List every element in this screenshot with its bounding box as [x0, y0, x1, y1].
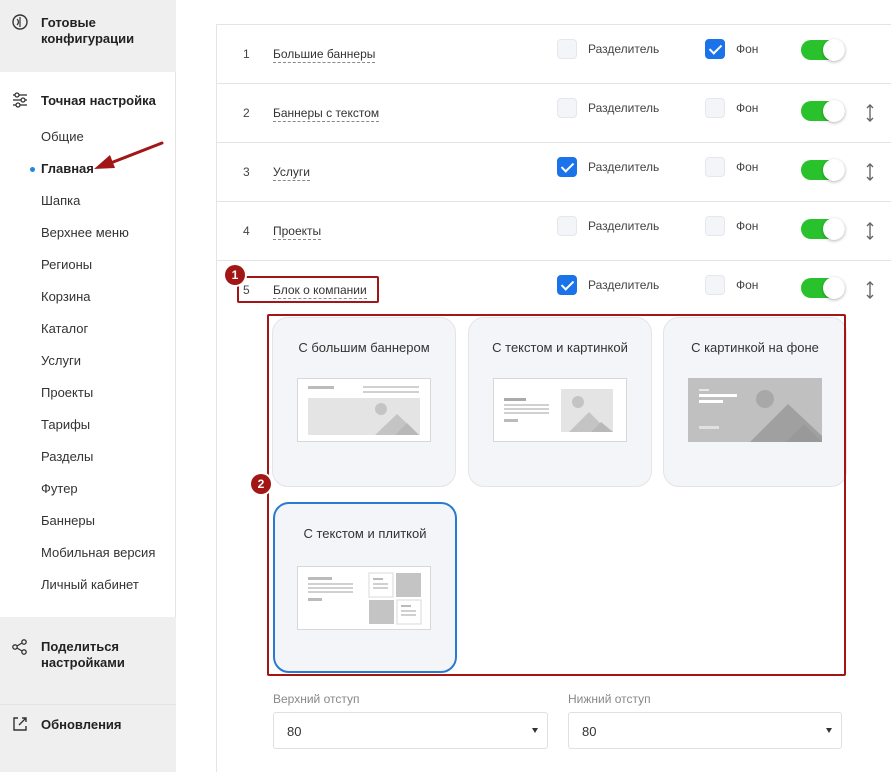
background-label: Фон [736, 42, 759, 56]
enable-toggle[interactable] [801, 218, 845, 240]
enable-toggle[interactable] [801, 39, 845, 61]
sidebar-item-ready-configs[interactable]: Готовые конфигурации [0, 0, 176, 72]
sidebar-item-top-menu[interactable]: Верхнее меню [41, 225, 129, 240]
top-padding-label: Верхний отступ [273, 692, 360, 706]
background-label: Фон [736, 101, 759, 115]
divider-checkbox[interactable] [557, 157, 577, 177]
divider-label: Разделитель [588, 219, 660, 233]
sidebar-item-footer[interactable]: Футер [41, 481, 78, 496]
background-checkbox[interactable] [705, 216, 725, 236]
divider-checkbox[interactable] [557, 275, 577, 295]
sort-handle-icon[interactable] [864, 280, 876, 300]
enable-toggle[interactable] [801, 100, 845, 122]
active-indicator [30, 167, 35, 172]
palette-icon [12, 14, 28, 30]
sidebar-ready-configs-label: Готовые конфигурации [41, 15, 135, 46]
sidebar-item-cart[interactable]: Корзина [41, 289, 91, 304]
sidebar-item-main[interactable]: Главная [41, 161, 94, 176]
annotation-frame-2 [267, 314, 846, 676]
sort-handle-icon[interactable] [864, 221, 876, 241]
sort-handle-icon[interactable] [864, 162, 876, 182]
row-name[interactable]: Услуги [273, 165, 310, 181]
top-padding-select[interactable]: 80 [273, 712, 548, 749]
sidebar-item-share[interactable]: Поделиться настройками [0, 617, 176, 705]
sidebar-updates-label: Обновления [41, 717, 122, 732]
background-label: Фон [736, 278, 759, 292]
sliders-icon [13, 92, 27, 108]
block-row-4: 4 Проекты Разделитель Фон [217, 202, 891, 261]
background-label: Фон [736, 219, 759, 233]
annotation-badge-2: 2 [251, 474, 271, 494]
sidebar-item-mobile[interactable]: Мобильная версия [41, 545, 155, 560]
background-checkbox[interactable] [705, 39, 725, 59]
row-number: 4 [243, 224, 250, 238]
background-checkbox[interactable] [705, 157, 725, 177]
divider-label: Разделитель [588, 42, 660, 56]
row-name[interactable]: Проекты [273, 224, 322, 240]
row-name[interactable]: Большие баннеры [273, 47, 376, 63]
annotation-arrow [94, 141, 164, 169]
annotation-badge-1: 1 [225, 265, 245, 285]
background-checkbox[interactable] [705, 98, 725, 118]
background-checkbox[interactable] [705, 275, 725, 295]
sidebar: Готовые конфигурации Точная настройка Об… [0, 0, 176, 772]
sidebar-item-banners[interactable]: Баннеры [41, 513, 95, 528]
divider-checkbox[interactable] [557, 98, 577, 118]
divider-checkbox[interactable] [557, 216, 577, 236]
bottom-padding-label: Нижний отступ [568, 692, 651, 706]
sidebar-item-catalog[interactable]: Каталог [41, 321, 88, 336]
sidebar-fine-tuning-label[interactable]: Точная настройка [41, 93, 156, 109]
block-row-1: 1 Большие баннеры Разделитель Фон [217, 25, 891, 84]
sidebar-item-sections[interactable]: Разделы [41, 449, 93, 464]
share-icon [12, 639, 27, 655]
enable-toggle[interactable] [801, 159, 845, 181]
update-icon [13, 717, 27, 731]
caret-down-icon [826, 728, 832, 733]
sidebar-item-header[interactable]: Шапка [41, 193, 80, 208]
row-number: 3 [243, 165, 250, 179]
sidebar-item-projects[interactable]: Проекты [41, 385, 93, 400]
block-row-2: 2 Баннеры с текстом Разделитель Фон [217, 84, 891, 143]
background-label: Фон [736, 160, 759, 174]
sidebar-item-general[interactable]: Общие [41, 129, 84, 144]
row-name[interactable]: Баннеры с текстом [273, 106, 380, 122]
sidebar-item-regions[interactable]: Регионы [41, 257, 92, 272]
block-row-3: 3 Услуги Разделитель Фон [217, 143, 891, 202]
sidebar-item-updates[interactable]: Обновления [0, 705, 176, 772]
sort-handle-icon[interactable] [864, 103, 876, 123]
divider-checkbox[interactable] [557, 39, 577, 59]
sidebar-item-tariffs[interactable]: Тарифы [41, 417, 90, 432]
bottom-padding-value: 80 [582, 724, 597, 739]
row-number: 1 [243, 47, 250, 61]
sidebar-item-services[interactable]: Услуги [41, 353, 81, 368]
sidebar-share-label: Поделиться настройками [41, 639, 125, 670]
sidebar-item-account[interactable]: Личный кабинет [41, 577, 139, 592]
row-number: 2 [243, 106, 250, 120]
divider-label: Разделитель [588, 278, 660, 292]
caret-down-icon [532, 728, 538, 733]
top-padding-value: 80 [287, 724, 302, 739]
divider-label: Разделитель [588, 101, 660, 115]
enable-toggle[interactable] [801, 277, 845, 299]
annotation-frame-1 [237, 276, 379, 303]
divider-label: Разделитель [588, 160, 660, 174]
bottom-padding-select[interactable]: 80 [568, 712, 842, 749]
